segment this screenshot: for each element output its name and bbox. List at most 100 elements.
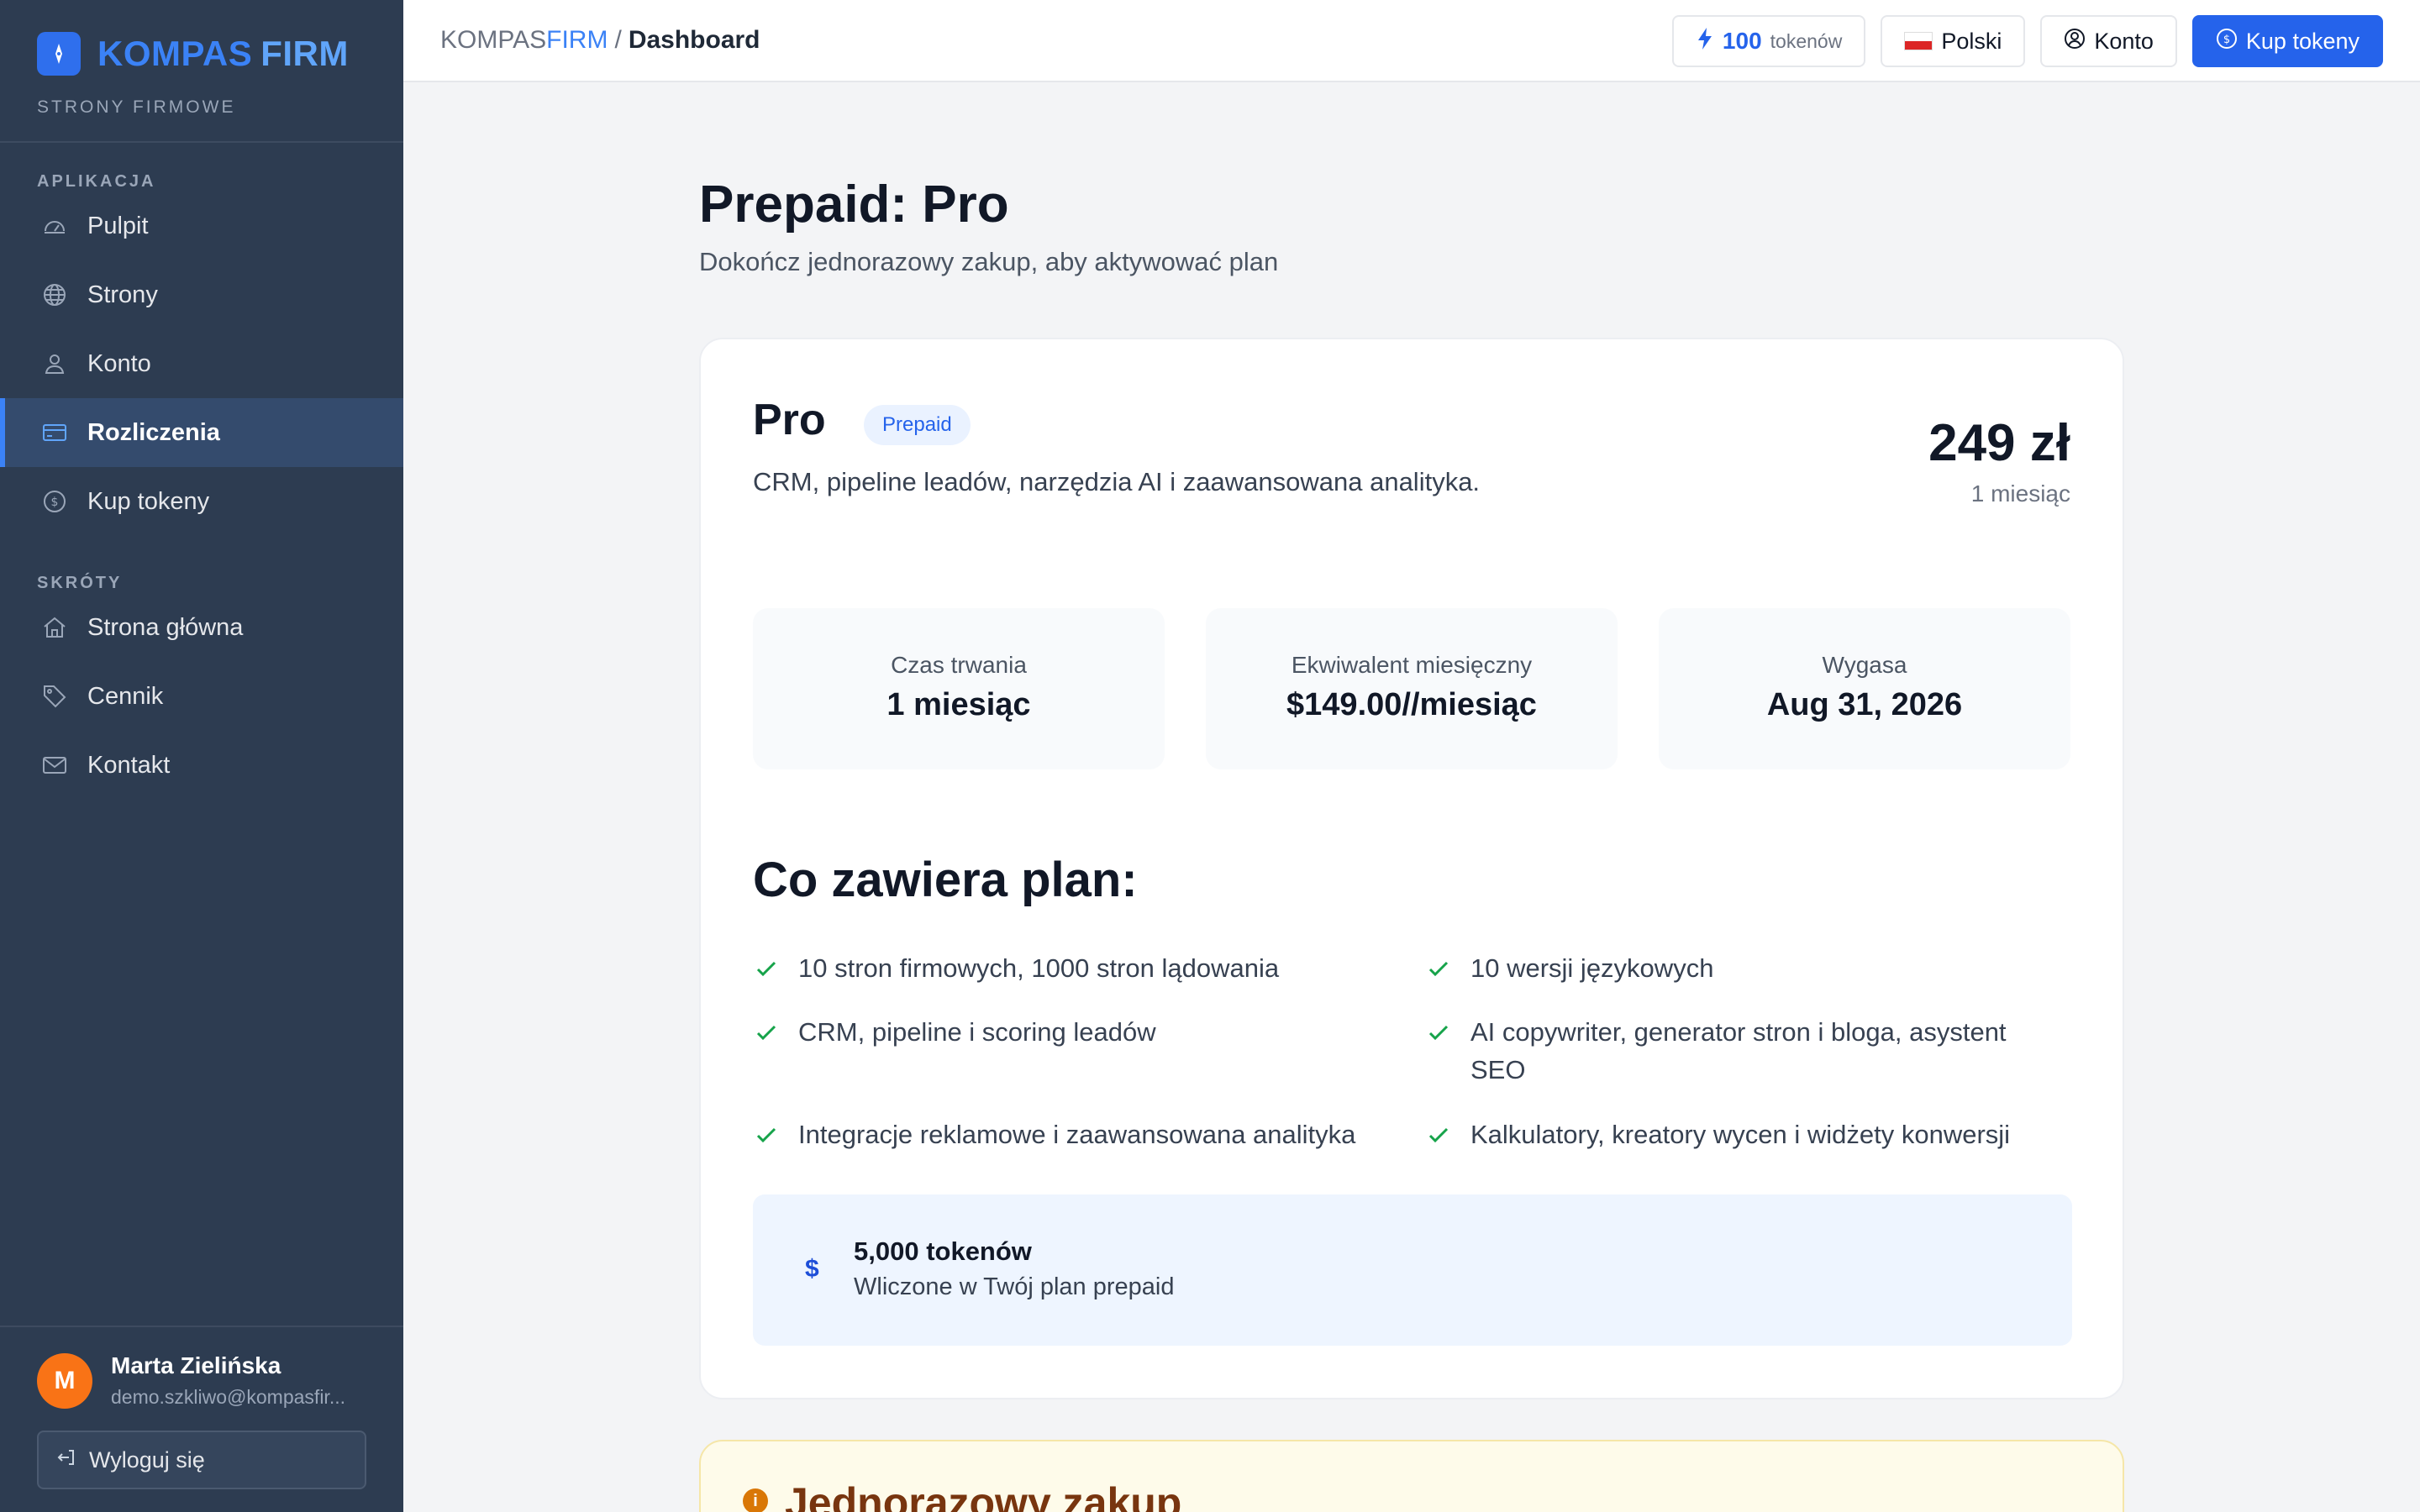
feature-text: Integracje reklamowe i zaawansowana anal… — [798, 1120, 1356, 1149]
token-balance-button[interactable]: 100 tokenów — [1671, 15, 1866, 67]
tag-icon — [40, 682, 69, 711]
sidebar-item-label: Konto — [87, 349, 151, 377]
breadcrumb-home-part1: KOMPAS — [440, 26, 547, 54]
check-icon — [1425, 949, 1455, 992]
sidebar-item-rozliczenia[interactable]: Rozliczenia — [0, 398, 403, 467]
language-label: Polski — [1941, 28, 2002, 54]
breadcrumb-home-part2: FIRM — [546, 26, 608, 54]
sidebar-item-kup-tokeny[interactable]: $ Kup tokeny — [0, 467, 403, 536]
lightning-icon — [1696, 27, 1714, 56]
brand: KOMPAS FIRM STRONY FIRMOWE — [0, 0, 403, 143]
feature-text: CRM, pipeline i scoring leadów — [798, 1017, 1156, 1047]
stat-value: $149.00//miesiąc — [1286, 687, 1537, 722]
dollar-icon: $ — [805, 1255, 819, 1283]
plan-name: Pro — [753, 396, 826, 444]
plan-card: Pro Prepaid CRM, pipeline leadów, narzęd… — [699, 338, 2124, 1399]
check-icon — [753, 1116, 783, 1158]
sidebar-item-label: Cennik — [87, 682, 164, 710]
sidebar-item-label: Kontakt — [87, 751, 171, 779]
sidebar-item-strona-glowna[interactable]: Strona główna — [0, 593, 403, 662]
globe-icon — [40, 281, 69, 309]
sidebar-item-label: Rozliczenia — [87, 418, 220, 446]
coin-icon: $ — [40, 487, 69, 516]
user-email: demo.szkliwo@kompasfir... — [111, 1386, 345, 1408]
user-profile[interactable]: M Marta Zielińska demo.szkliwo@kompasfir… — [37, 1352, 366, 1409]
buy-tokens-button[interactable]: $ Kup tokeny — [2191, 15, 2383, 67]
included-tokens-amount: 5,000 tokenów — [854, 1236, 1032, 1266]
included-tokens-box: $ 5,000 tokenów Wliczone w Twój plan pre… — [753, 1194, 2072, 1346]
info-icon: i — [743, 1488, 768, 1512]
sidebar-item-konto[interactable]: Konto — [0, 329, 403, 398]
top-actions: 100 tokenów Polski Konto $ Kup tokeny — [1671, 15, 2383, 67]
includes-title: Co zawiera plan: — [753, 853, 1138, 907]
nav-shortcuts: SKRÓTY Strona główna Cennik Kontakt — [0, 559, 403, 800]
onetime-purchase-card: i Jednorazowy zakup — [699, 1440, 2124, 1512]
token-count: 100 — [1722, 28, 1762, 54]
credit-card-icon — [40, 418, 69, 447]
stat-duration: Czas trwania 1 miesiąc — [753, 608, 1165, 769]
sidebar: KOMPAS FIRM STRONY FIRMOWE APLIKACJA Pulp… — [0, 0, 403, 1512]
svg-text:$: $ — [2223, 34, 2230, 46]
main-content: Prepaid: Pro Dokończ jednorazowy zakup, … — [403, 82, 2420, 1512]
check-icon — [753, 949, 783, 992]
buy-tokens-label: Kup tokeny — [2245, 28, 2360, 54]
nav-app: APLIKACJA Pulpit Strony Konto Rozliczeni… — [0, 158, 403, 536]
sidebar-item-pulpit[interactable]: Pulpit — [0, 192, 403, 260]
breadcrumb-home[interactable]: KOMPASFIRM — [440, 26, 608, 54]
language-select[interactable]: Polski — [1881, 15, 2026, 67]
sidebar-item-label: Kup tokeny — [87, 487, 210, 515]
feature-item: Kalkulatory, kreatory wycen i widżety ko… — [1425, 1116, 2081, 1158]
logout-icon — [55, 1446, 77, 1474]
sidebar-item-label: Pulpit — [87, 212, 149, 239]
feature-item: 10 stron firmowych, 1000 stron lądowania — [753, 949, 1392, 992]
home-icon — [40, 613, 69, 642]
check-icon — [1425, 1116, 1455, 1158]
stat-value: 1 miesiąc — [886, 687, 1031, 722]
topbar: KOMPASFIRM / Dashboard 100 tokenów Polski … — [403, 0, 2420, 82]
nav-heading-shortcuts: SKRÓTY — [37, 574, 123, 592]
feature-text: Kalkulatory, kreatory wycen i widżety ko… — [1470, 1120, 2011, 1149]
stat-expires: Wygasa Aug 31, 2026 — [1659, 608, 2070, 769]
sidebar-item-cennik[interactable]: Cennik — [0, 662, 403, 731]
sidebar-item-kontakt[interactable]: Kontakt — [0, 731, 403, 800]
feature-item: AI copywriter, generator stron i bloga, … — [1425, 1013, 2047, 1089]
nav-heading-app: APLIKACJA — [37, 172, 156, 191]
account-button[interactable]: Konto — [2040, 15, 2177, 67]
breadcrumb-current: Dashboard — [628, 26, 760, 54]
compass-logo-icon — [37, 32, 81, 76]
feature-item: CRM, pipeline i scoring leadów — [753, 1013, 1392, 1056]
brand-link[interactable]: KOMPAS FIRM — [37, 32, 366, 76]
feature-text: AI copywriter, generator stron i bloga, … — [1470, 1017, 2007, 1084]
stat-label: Wygasa — [1822, 652, 1907, 678]
brand-subtitle: STRONY FIRMOWE — [37, 97, 236, 117]
user-panel: M Marta Zielińska demo.szkliwo@kompasfir… — [0, 1326, 403, 1512]
account-label: Konto — [2094, 28, 2154, 54]
user-icon — [40, 349, 69, 378]
sidebar-item-label: Strony — [87, 281, 158, 308]
check-icon — [753, 1013, 783, 1056]
token-label: tokenów — [1770, 29, 1843, 52]
check-icon — [1425, 1013, 1455, 1089]
brand-name: KOMPAS FIRM — [97, 34, 349, 74]
plan-badge: Prepaid — [864, 405, 971, 445]
user-circle-icon — [2064, 28, 2086, 55]
feature-item: 10 wersji językowych — [1425, 949, 2064, 992]
sidebar-item-strony[interactable]: Strony — [0, 260, 403, 329]
included-tokens-note: Wliczone w Twój plan prepaid — [854, 1273, 1175, 1300]
feature-item: Integracje reklamowe i zaawansowana anal… — [753, 1116, 1408, 1158]
sidebar-item-label: Strona główna — [87, 613, 244, 641]
plan-price: 249 zł — [1928, 414, 2070, 472]
user-name: Marta Zielińska — [111, 1352, 281, 1378]
gauge-icon — [40, 212, 69, 240]
breadcrumb: KOMPASFIRM / Dashboard — [440, 26, 760, 55]
plan-period: 1 miesiąc — [1970, 480, 2070, 507]
stat-monthly-equivalent: Ekwiwalent miesięczny $149.00//miesiąc — [1206, 608, 1618, 769]
stat-label: Ekwiwalent miesięczny — [1291, 652, 1533, 678]
logout-label: Wyloguj się — [89, 1446, 205, 1473]
logout-button[interactable]: Wyloguj się — [37, 1431, 366, 1489]
feature-text: 10 wersji językowych — [1470, 953, 1714, 983]
onetime-purchase-title: Jednorazowy zakup — [785, 1479, 1182, 1512]
page-title: Prepaid: Pro — [699, 176, 1009, 234]
coin-icon: $ — [2216, 28, 2238, 55]
breadcrumb-separator: / — [614, 26, 622, 54]
